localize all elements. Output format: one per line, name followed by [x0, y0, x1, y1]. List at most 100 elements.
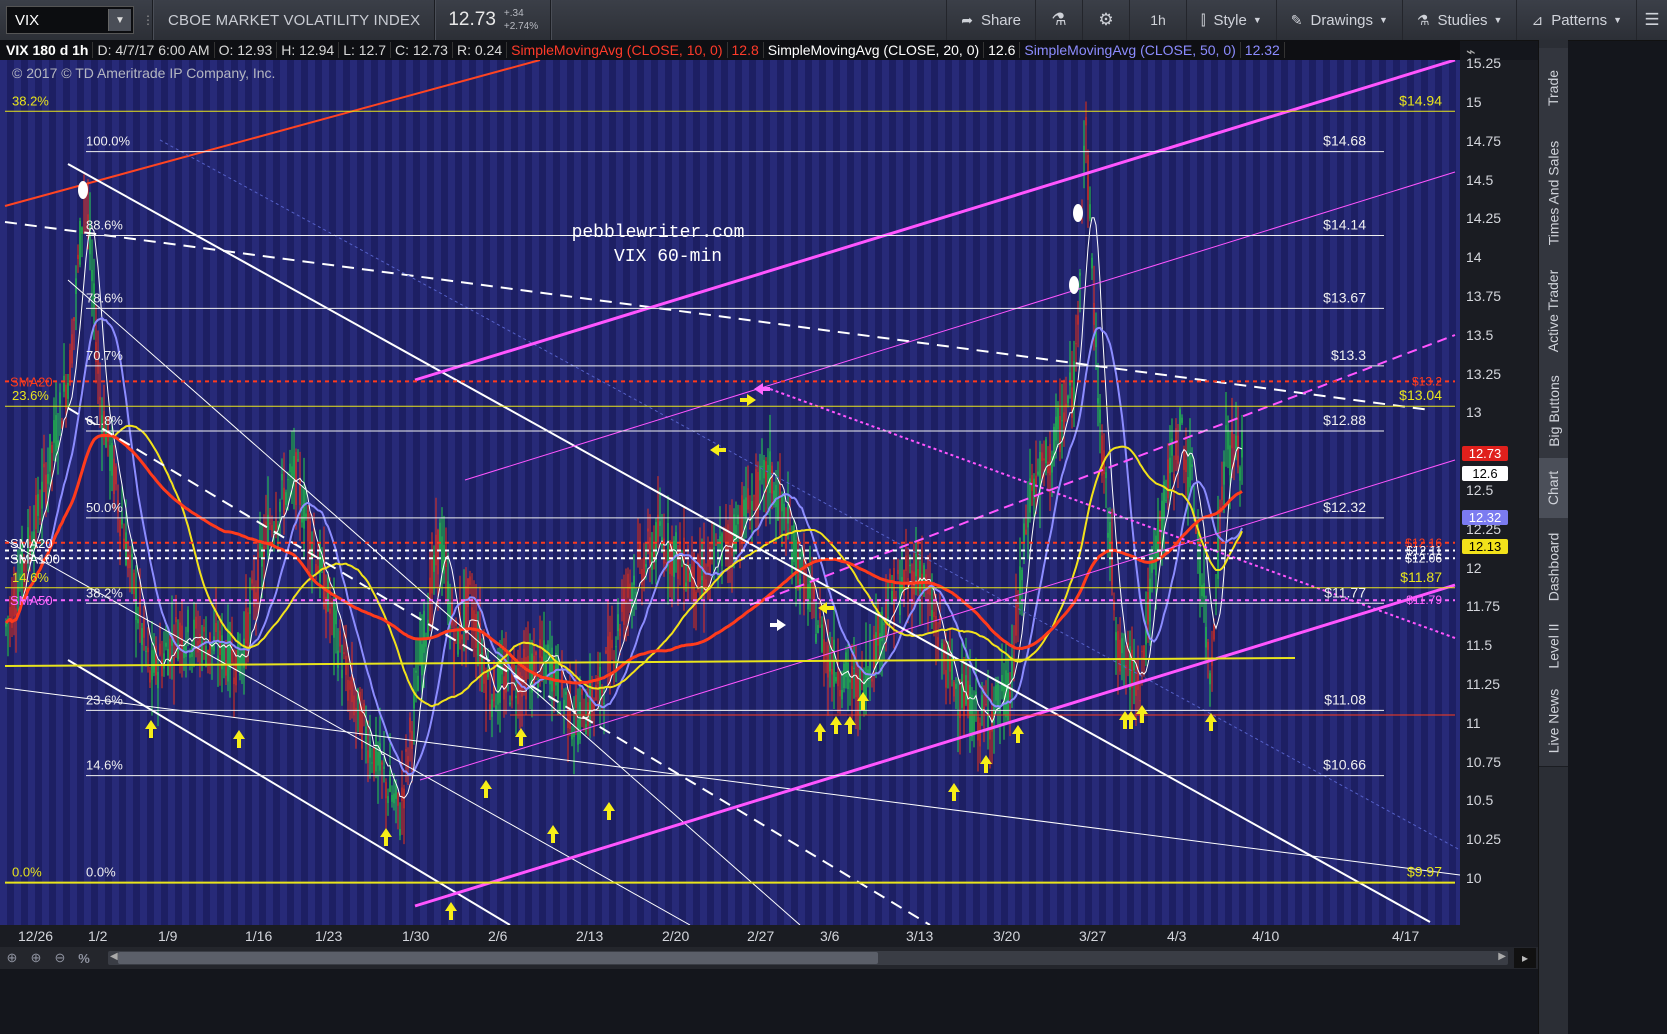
candle-body — [747, 488, 749, 510]
settings-button[interactable]: ⚙ — [1081, 0, 1129, 40]
session-stripe — [28, 60, 35, 925]
date-tick-label: 1/23 — [315, 928, 343, 944]
studies-button[interactable]: ⚗ Studies ▼ — [1401, 0, 1517, 40]
candle-body — [523, 648, 525, 668]
session-stripe — [504, 60, 511, 925]
candle-body — [77, 254, 79, 259]
scroll-right-icon[interactable]: ▶ — [1498, 951, 1506, 962]
study-sma10-label[interactable]: SimpleMovingAvg (CLOSE, 10, 0) — [507, 42, 728, 58]
share-button[interactable]: ➦ Share — [946, 0, 1035, 40]
study-sma20-label[interactable]: SimpleMovingAvg (CLOSE, 20, 0) — [764, 42, 985, 58]
gear-icon: ⚙ — [1098, 10, 1114, 29]
candle-body — [451, 602, 453, 626]
candle-body — [973, 714, 975, 734]
sidebar-tab-dashboard[interactable]: Dashboard — [1539, 518, 1568, 617]
sidebar-tab-live-news[interactable]: Live News — [1539, 676, 1568, 767]
candle-body — [441, 536, 443, 569]
candle-body — [971, 694, 973, 737]
candle-body — [699, 558, 701, 585]
chart-canvas[interactable]: 38.2% $14.94 100.0% $14.68 88.6% $14.14 78.6% $… — [0, 60, 1460, 925]
candle-body — [189, 654, 191, 658]
candle-body — [157, 671, 159, 689]
price-badge: 12.73 — [1462, 446, 1508, 462]
candle-body — [367, 750, 369, 763]
candle-body — [771, 465, 773, 494]
candle-body — [419, 637, 421, 663]
percent-icon[interactable]: % — [72, 947, 96, 969]
candle-body — [785, 534, 787, 549]
candle-body — [37, 494, 39, 516]
candle-body — [979, 722, 981, 747]
candle-body — [199, 633, 201, 644]
patterns-label: Patterns — [1551, 11, 1608, 29]
share-icon: ➦ — [961, 11, 973, 28]
candle-body — [271, 524, 273, 531]
candle-body — [585, 724, 587, 735]
candle-body — [163, 653, 165, 669]
candle-body — [1191, 464, 1193, 467]
scrollbar-thumb[interactable] — [118, 952, 878, 964]
candle-body — [45, 474, 47, 504]
drawings-button[interactable]: ✎ Drawings ▼ — [1275, 0, 1402, 40]
candle-body — [729, 533, 731, 546]
chevron-down-icon[interactable]: ▼ — [108, 9, 131, 31]
candle-body — [331, 601, 333, 607]
study-sma50-label[interactable]: SimpleMovingAvg (CLOSE, 50, 0) — [1020, 42, 1241, 58]
timeframe-button[interactable]: 1h — [1128, 0, 1186, 40]
candle-body — [345, 655, 347, 675]
candle-body — [749, 527, 751, 529]
sidebar-tab-times-and-sales[interactable]: Times And Sales — [1539, 128, 1568, 259]
sidebar-tab-active-trader[interactable]: Active Trader — [1539, 258, 1568, 364]
sidebar-tab-label: Active Trader — [1545, 269, 1562, 352]
time-axis[interactable]: 12/26 1/2 1/9 1/16 1/23 1/30 2/6 2/13 2/20 2/27 3/… — [0, 925, 1538, 947]
candle-body — [1079, 272, 1081, 276]
price-axis[interactable]: ⌁ 15.25 15 14.75 14.5 14.25 14 13.75 13.5 13.25 1… — [1460, 44, 1538, 925]
price-chart[interactable]: 38.2% $14.94 100.0% $14.68 88.6% $14.14 78.6% $… — [0, 60, 1460, 925]
sidebar-tab-big-buttons[interactable]: Big Buttons — [1539, 363, 1568, 459]
expand-icon[interactable]: ▸ — [1514, 948, 1536, 968]
sidebar-tab-chart[interactable]: Chart — [1539, 458, 1568, 519]
candle-body — [1153, 556, 1155, 560]
bar-close: C: 12.73 — [391, 42, 453, 58]
sma-left-tag: SMA100 — [10, 551, 60, 566]
candle-body — [225, 659, 227, 676]
candle-body — [491, 699, 493, 717]
candle-body — [703, 558, 705, 596]
sidebar-tab-level-ii[interactable]: Level II — [1539, 616, 1568, 677]
candle-body — [79, 220, 81, 265]
drag-handle-icon[interactable]: ⋮ — [142, 7, 154, 33]
zoom-in-icon[interactable]: ⊕ — [24, 947, 48, 969]
date-tick-label: 1/9 — [158, 928, 178, 944]
candle-body — [1241, 431, 1243, 458]
candle-body — [137, 619, 139, 624]
symbol-selector[interactable]: VIX ▼ — [6, 6, 134, 34]
candle-body — [695, 591, 697, 601]
flask-icon: ⚗ — [1416, 11, 1430, 28]
zoom-out-icon[interactable]: ⊖ — [48, 947, 72, 969]
candle-body — [801, 551, 803, 557]
candle-body — [1069, 372, 1071, 386]
candle-body — [121, 519, 123, 525]
candle-body — [257, 552, 259, 604]
candle-body — [1017, 604, 1019, 607]
style-button[interactable]: ⫿ Style ▼ — [1185, 0, 1276, 40]
candle-body — [607, 636, 609, 672]
patterns-button[interactable]: ⊿ Patterns ▼ — [1516, 0, 1636, 40]
candle-body — [207, 649, 209, 656]
candle-body — [353, 695, 355, 716]
scroll-left-icon[interactable]: ◀ — [110, 951, 118, 962]
sidebar-tab-trade[interactable]: Trade — [1539, 48, 1568, 129]
flask-button[interactable]: ⚗ — [1034, 0, 1082, 40]
menu-button[interactable]: ☰ — [1636, 0, 1667, 40]
candle-body — [349, 680, 351, 690]
candle-body — [461, 634, 463, 640]
candle-body — [383, 766, 385, 769]
candle-body — [267, 514, 269, 556]
date-tick-label: 3/20 — [993, 928, 1021, 944]
candle-body — [933, 611, 935, 618]
time-scrollbar[interactable]: ◀ ▶ — [108, 951, 1508, 965]
crosshair-icon[interactable]: ⊕ — [0, 947, 24, 969]
candle-body — [685, 582, 687, 587]
candle-body — [129, 554, 131, 569]
candle-body — [823, 639, 825, 663]
